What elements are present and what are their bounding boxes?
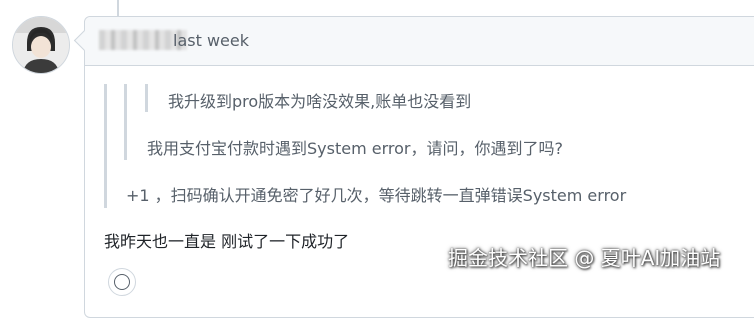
quote-bar-middle — [124, 84, 127, 160]
avatar-image — [13, 17, 69, 73]
comment-header: last week — [85, 17, 754, 66]
comment-timestamp[interactable]: last week — [173, 31, 249, 50]
quote-level-3: 我升级到pro版本为啥没效果,账单也没看到 — [168, 92, 472, 111]
quote-bar-outer — [104, 84, 107, 208]
quote-bar-inner — [145, 84, 148, 112]
reply-text: 我昨天也一直是 刚试了一下成功了 — [104, 232, 350, 251]
timeline-connector — [117, 0, 119, 16]
quote-level-1: +1 ，扫码确认开通免密了好几次，等待跳转一直弹错误System error — [126, 186, 627, 205]
avatar[interactable] — [12, 16, 70, 74]
add-reaction-button[interactable] — [108, 268, 136, 296]
smiley-icon — [114, 274, 130, 290]
quote-level-2: 我用支付宝付款时遇到System error，请问，你遇到了吗? — [147, 139, 563, 158]
watermark: 掘金技术社区 @ 夏叶AI加油站 — [448, 246, 721, 270]
comment-box: last week — [73, 16, 754, 318]
